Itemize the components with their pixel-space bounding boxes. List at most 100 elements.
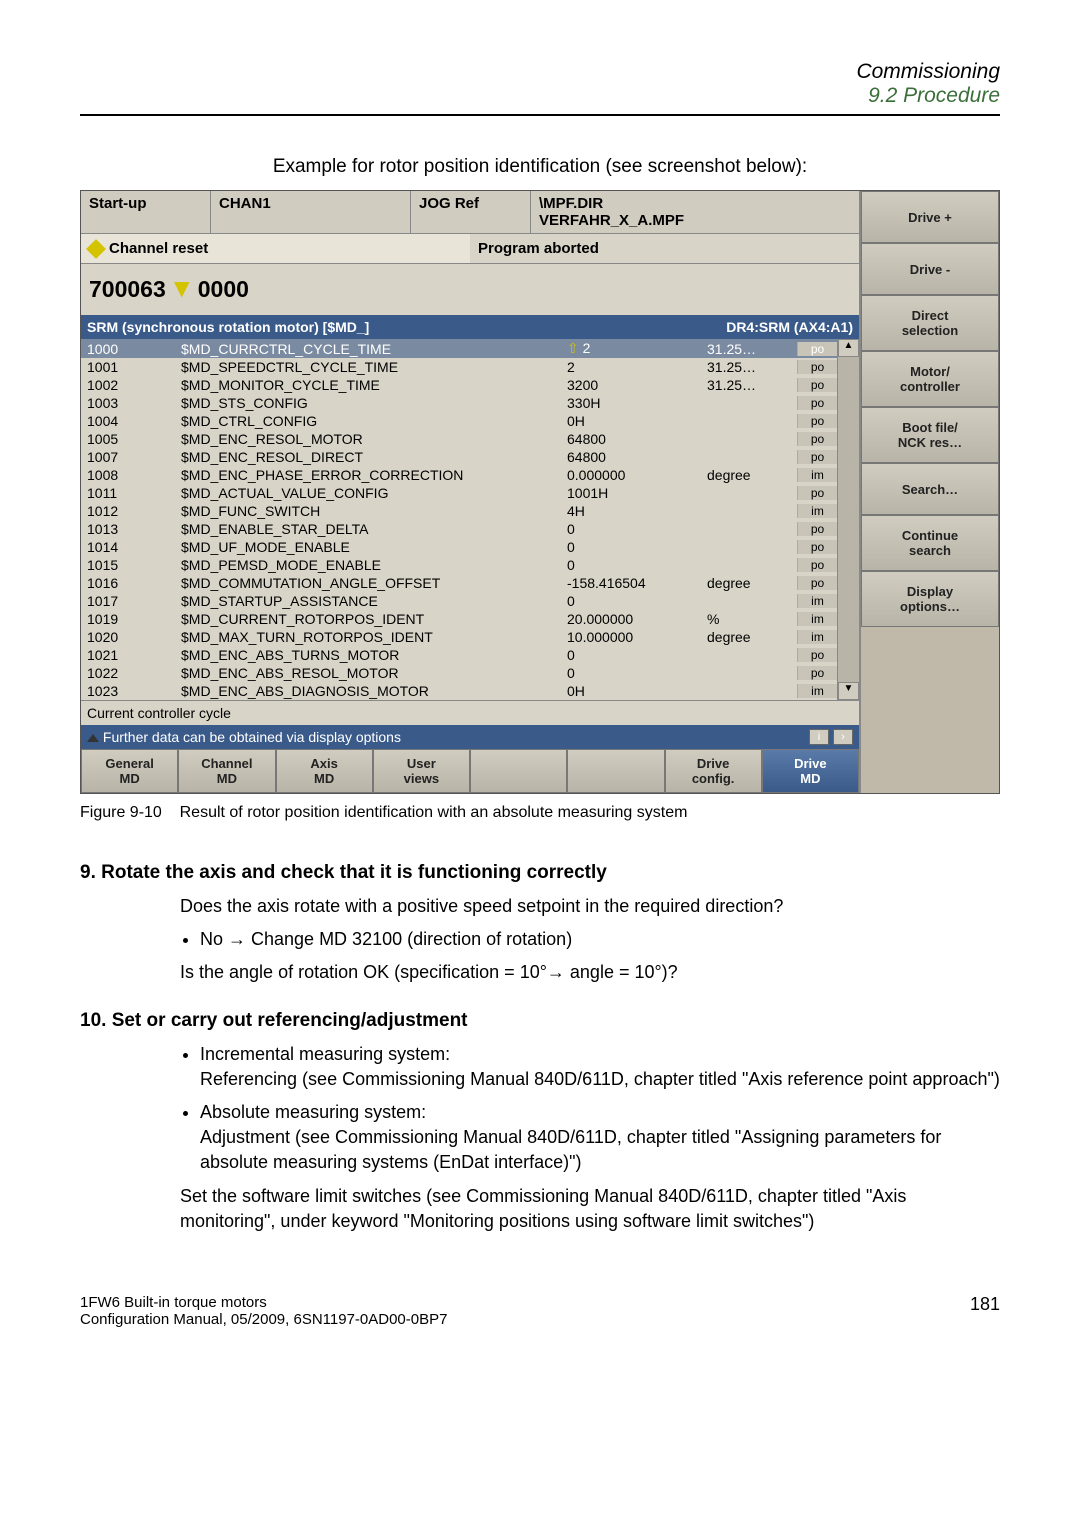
- table-row[interactable]: 1004$MD_CTRL_CONFIG0Hpo: [81, 412, 837, 430]
- md-number: 1003: [81, 395, 181, 411]
- md-flag: po: [797, 558, 837, 572]
- side-softkey-4[interactable]: Boot file/NCK res…: [861, 407, 999, 463]
- md-flag: po: [797, 450, 837, 464]
- screenshot-panel: Start-up CHAN1 JOG Ref \MPF.DIR VERFAHR_…: [80, 190, 1000, 794]
- softkey-0[interactable]: GeneralMD: [81, 749, 178, 793]
- md-unit: 31.25…: [707, 359, 797, 375]
- md-name: $MD_UF_MODE_ENABLE: [181, 539, 567, 555]
- md-number: 1008: [81, 467, 181, 483]
- md-number: 1015: [81, 557, 181, 573]
- md-name: $MD_MONITOR_CYCLE_TIME: [181, 377, 567, 393]
- md-number: 1005: [81, 431, 181, 447]
- md-value: 2: [567, 359, 707, 375]
- table-row[interactable]: 1017$MD_STARTUP_ASSISTANCE0im: [81, 592, 837, 610]
- md-name: $MD_FUNC_SWITCH: [181, 503, 567, 519]
- softkey-5: [567, 749, 664, 793]
- md-number: 1000: [81, 341, 181, 357]
- md-name: $MD_MAX_TURN_ROTORPOS_IDENT: [181, 629, 567, 645]
- table-row[interactable]: 1020$MD_MAX_TURN_ROTORPOS_IDENT10.000000…: [81, 628, 837, 646]
- softkey-7[interactable]: DriveMD: [762, 749, 859, 793]
- side-softkey-5[interactable]: Search…: [861, 463, 999, 515]
- status-bar: Channel reset Program aborted: [81, 234, 859, 264]
- nav-next-icon[interactable]: ›: [833, 729, 853, 745]
- side-softkey-6[interactable]: Continuesearch: [861, 515, 999, 571]
- md-name: $MD_SPEEDCTRL_CYCLE_TIME: [181, 359, 567, 375]
- down-arrow-icon: [174, 282, 190, 298]
- md-flag: po: [797, 378, 837, 392]
- side-softkey-7[interactable]: Displayoptions…: [861, 571, 999, 627]
- side-softkey-0[interactable]: Drive +: [861, 191, 999, 243]
- section-10-bullet-2: Absolute measuring system: Adjustment (s…: [200, 1100, 1000, 1176]
- side-softkey-1[interactable]: Drive -: [861, 243, 999, 295]
- table-row[interactable]: 1022$MD_ENC_ABS_RESOL_MOTOR0po: [81, 664, 837, 682]
- table-row[interactable]: 1015$MD_PEMSD_MODE_ENABLE0po: [81, 556, 837, 574]
- md-flag: po: [797, 414, 837, 428]
- section-9-heading: 9. Rotate the axis and check that it is …: [80, 862, 1000, 884]
- md-flag: po: [797, 648, 837, 662]
- md-value: 0: [567, 647, 707, 663]
- md-value: 1001H: [567, 485, 707, 501]
- header-rule: [80, 114, 1000, 116]
- table-row[interactable]: 1019$MD_CURRENT_ROTORPOS_IDENT20.000000%…: [81, 610, 837, 628]
- md-number: 1011: [81, 485, 181, 501]
- table-row[interactable]: 1011$MD_ACTUAL_VALUE_CONFIG1001Hpo: [81, 484, 837, 502]
- md-name: $MD_STARTUP_ASSISTANCE: [181, 593, 567, 609]
- md-unit: 31.25…: [707, 377, 797, 393]
- md-flag: po: [797, 396, 837, 410]
- table-row[interactable]: 1007$MD_ENC_RESOL_DIRECT64800po: [81, 448, 837, 466]
- table-row[interactable]: 1023$MD_ENC_ABS_DIAGNOSIS_MOTOR0Him: [81, 682, 837, 700]
- md-name: $MD_STS_CONFIG: [181, 395, 567, 411]
- prog-path-1: \MPF.DIR: [539, 195, 851, 212]
- md-table: 1000$MD_CURRCTRL_CYCLE_TIME⇧ 231.25…po10…: [81, 339, 837, 700]
- table-row[interactable]: 1012$MD_FUNC_SWITCH4Him: [81, 502, 837, 520]
- md-number: 1016: [81, 575, 181, 591]
- side-softkey-col: Drive +Drive -DirectselectionMotor/contr…: [859, 191, 999, 793]
- md-name: $MD_CURRCTRL_CYCLE_TIME: [181, 341, 567, 357]
- nav-info-icon[interactable]: i: [809, 729, 829, 745]
- table-row[interactable]: 1014$MD_UF_MODE_ENABLE0po: [81, 538, 837, 556]
- info-text: Further data can be obtained via display…: [103, 729, 401, 745]
- nav-icons[interactable]: i›: [809, 729, 853, 745]
- table-row[interactable]: 1001$MD_SPEEDCTRL_CYCLE_TIME231.25…po: [81, 358, 837, 376]
- md-value: 0: [567, 557, 707, 573]
- md-value: 0.000000: [567, 467, 707, 483]
- softkey-2[interactable]: AxisMD: [276, 749, 373, 793]
- bullet2a: Absolute measuring system:: [200, 1102, 426, 1122]
- page-number: 181: [970, 1294, 1000, 1328]
- md-number: 1004: [81, 413, 181, 429]
- startup-label: Start-up: [81, 191, 211, 233]
- scroll-down-icon[interactable]: ▼: [838, 682, 859, 700]
- md-number: 1021: [81, 647, 181, 663]
- table-row[interactable]: 1002$MD_MONITOR_CYCLE_TIME320031.25…po: [81, 376, 837, 394]
- table-row[interactable]: 1013$MD_ENABLE_STAR_DELTA0po: [81, 520, 837, 538]
- md-number: 1012: [81, 503, 181, 519]
- table-row[interactable]: 1005$MD_ENC_RESOL_MOTOR64800po: [81, 430, 837, 448]
- scroll-up-icon[interactable]: ▲: [838, 339, 859, 357]
- softkey-1[interactable]: ChannelMD: [178, 749, 275, 793]
- softkey-3[interactable]: Userviews: [373, 749, 470, 793]
- scrollbar[interactable]: ▲ ▼: [837, 339, 859, 700]
- table-row[interactable]: 1008$MD_ENC_PHASE_ERROR_CORRECTION0.0000…: [81, 466, 837, 484]
- md-value: 330H: [567, 395, 707, 411]
- softkey-row: GeneralMDChannelMDAxisMDUserviews Driveco…: [81, 749, 859, 793]
- scroll-track[interactable]: [838, 357, 859, 682]
- jog-label: JOG Ref: [411, 191, 531, 233]
- md-number: 1013: [81, 521, 181, 537]
- md-name: $MD_ENC_ABS_TURNS_MOTOR: [181, 647, 567, 663]
- bullet2b: Adjustment (see Commissioning Manual 840…: [200, 1127, 941, 1172]
- channel-label: CHAN1: [211, 191, 411, 233]
- table-row[interactable]: 1021$MD_ENC_ABS_TURNS_MOTOR0 po: [81, 646, 837, 664]
- md-value: 3200: [567, 377, 707, 393]
- md-value: 0: [567, 521, 707, 537]
- program-aborted-label: Program aborted: [470, 234, 859, 263]
- softkey-6[interactable]: Driveconfig.: [665, 749, 762, 793]
- page-footer: 1FW6 Built-in torque motors Configuratio…: [80, 1294, 1000, 1328]
- figure-caption: Figure 9-10 Result of rotor position ide…: [80, 804, 1000, 822]
- table-row[interactable]: 1000$MD_CURRCTRL_CYCLE_TIME⇧ 231.25…po: [81, 339, 837, 358]
- md-unit: 31.25…: [707, 341, 797, 357]
- table-row[interactable]: 1003$MD_STS_CONFIG330H po: [81, 394, 837, 412]
- side-softkey-3[interactable]: Motor/controller: [861, 351, 999, 407]
- table-row[interactable]: 1016$MD_COMMUTATION_ANGLE_OFFSET-158.416…: [81, 574, 837, 592]
- side-softkey-2[interactable]: Directselection: [861, 295, 999, 351]
- section-9-line2: Is the angle of rotation OK (specificati…: [180, 960, 1000, 985]
